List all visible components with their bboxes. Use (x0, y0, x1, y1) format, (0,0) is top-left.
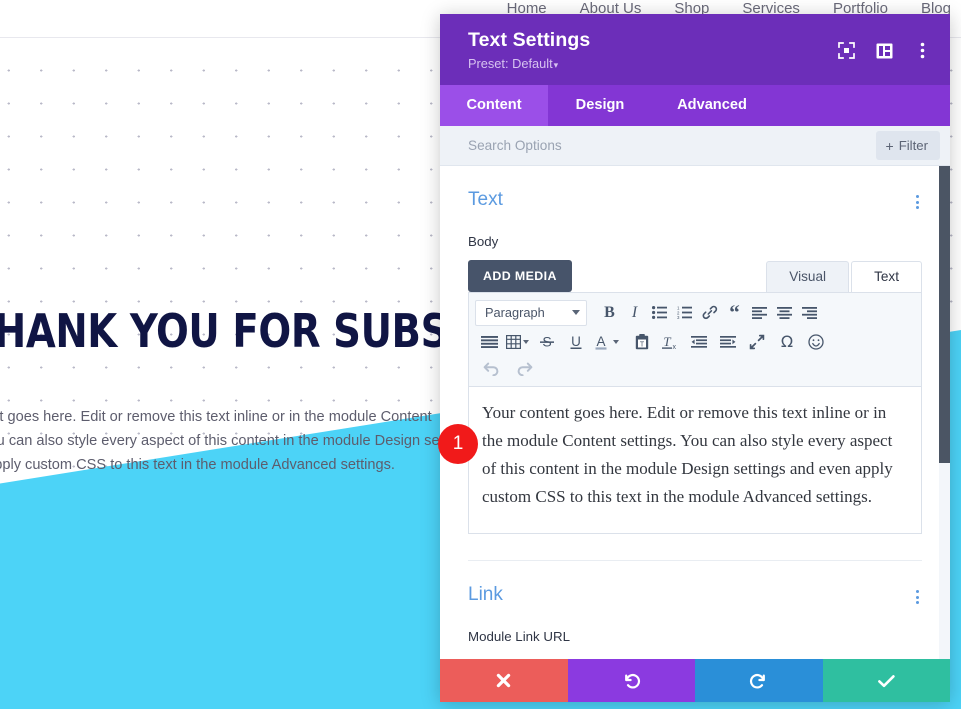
text-settings-modal: Text Settings Preset: Default▾ Content D… (440, 14, 950, 702)
indent-icon[interactable] (713, 329, 742, 355)
toolbar-row-1: Paragraph B I 1 2 3 “ (475, 298, 917, 327)
panel-layout-icon[interactable] (875, 41, 894, 60)
focus-target-icon[interactable] (837, 41, 856, 60)
filter-label: Filter (898, 138, 928, 153)
section-text: Text Body ADD MEDIA Visual Text Paragrap… (440, 166, 950, 561)
body-field-label: Body (468, 234, 499, 249)
search-input[interactable] (468, 126, 876, 165)
svg-text:T: T (663, 334, 671, 349)
modal-body: Text Body ADD MEDIA Visual Text Paragrap… (440, 166, 950, 659)
section-link-title: Link (468, 584, 503, 605)
modal-tab-bar: Content Design Advanced (440, 85, 950, 126)
tab-content[interactable]: Content (440, 85, 548, 126)
strikethrough-icon[interactable]: S (532, 329, 561, 355)
more-vertical-icon[interactable] (913, 41, 932, 60)
section-link-header: Link (468, 561, 922, 610)
modal-header-icons (837, 41, 932, 60)
editor-toolbar: Paragraph B I 1 2 3 “ S U A T T x Ω (468, 292, 922, 387)
redo-button[interactable] (695, 659, 823, 702)
tab-advanced[interactable]: Advanced (652, 85, 772, 126)
rich-text-editor[interactable]: Your content goes here. Edit or remove t… (468, 387, 922, 534)
section-link: Link Module Link URL (440, 561, 950, 645)
italic-icon[interactable]: I (622, 300, 647, 326)
add-media-button[interactable]: ADD MEDIA (468, 260, 572, 292)
plus-icon: + (885, 137, 894, 154)
clear-formatting-icon[interactable]: T x (655, 329, 684, 355)
svg-text:U: U (571, 334, 581, 349)
panel-scrollbar[interactable] (939, 166, 950, 659)
undo-icon[interactable] (475, 356, 508, 382)
bulleted-list-icon[interactable] (647, 300, 672, 326)
check-icon (877, 674, 895, 687)
format-select-value: Paragraph (485, 305, 545, 320)
toolbar-row-3 (475, 356, 917, 382)
section-text-header: Text (468, 166, 922, 215)
tab-design[interactable]: Design (548, 85, 652, 126)
save-button[interactable] (822, 659, 950, 702)
search-options-row: + Filter (440, 126, 950, 166)
table-icon[interactable] (504, 329, 522, 355)
outdent-icon[interactable] (684, 329, 713, 355)
undo-button[interactable] (567, 659, 695, 702)
svg-text:x: x (673, 343, 677, 349)
redo-icon (750, 673, 766, 689)
align-left-icon[interactable] (747, 300, 772, 326)
editor-text-content: Your content goes here. Edit or remove t… (482, 403, 893, 506)
align-right-icon[interactable] (797, 300, 822, 326)
redo-icon[interactable] (508, 356, 541, 382)
preset-label: Preset: Default (468, 56, 553, 71)
step-badge-1: 1 (438, 424, 478, 464)
chevron-down-icon: ▾ (553, 60, 559, 70)
format-select[interactable]: Paragraph (475, 299, 587, 326)
chevron-down-icon (572, 310, 580, 315)
paste-as-text-icon[interactable]: T (628, 329, 655, 355)
special-character-icon[interactable]: Ω (772, 329, 802, 355)
align-center-icon[interactable] (772, 300, 797, 326)
module-link-url-label: Module Link URL (468, 629, 570, 644)
section-text-menu-icon[interactable] (913, 189, 922, 215)
undo-icon (624, 673, 640, 689)
toolbar-row-2: S U A T T x Ω (475, 327, 917, 356)
svg-text:T: T (639, 341, 644, 348)
svg-text:3: 3 (677, 315, 680, 319)
chevron-down-icon[interactable] (523, 339, 529, 344)
modal-action-bar (440, 659, 950, 702)
tab-text[interactable]: Text (851, 261, 922, 292)
link-icon[interactable] (697, 300, 722, 326)
panel-scrollbar-thumb[interactable] (939, 166, 950, 463)
numbered-list-icon[interactable]: 1 2 3 (672, 300, 697, 326)
section-text-title: Text (468, 189, 503, 210)
emoji-icon[interactable] (802, 329, 830, 355)
modal-header: Text Settings Preset: Default▾ (440, 14, 950, 85)
editor-top-bar: ADD MEDIA Visual Text (468, 260, 922, 292)
text-color-icon[interactable]: A (590, 329, 612, 355)
close-icon (497, 673, 511, 688)
filter-button[interactable]: + Filter (875, 131, 940, 160)
editor-mode-tabs: Visual Text (766, 261, 922, 292)
cancel-button[interactable] (440, 659, 568, 702)
chevron-down-icon[interactable] (613, 339, 619, 344)
underline-icon[interactable]: U (561, 329, 590, 355)
bold-icon[interactable]: B (597, 300, 622, 326)
blockquote-icon[interactable]: “ (722, 300, 747, 326)
svg-text:A: A (596, 334, 605, 349)
align-justify-icon[interactable] (475, 329, 504, 355)
hero-body-text: Your content goes here. Edit or remove t… (0, 409, 474, 473)
section-link-menu-icon[interactable] (913, 584, 922, 610)
fullscreen-icon[interactable] (742, 329, 772, 355)
tab-visual[interactable]: Visual (766, 261, 850, 292)
